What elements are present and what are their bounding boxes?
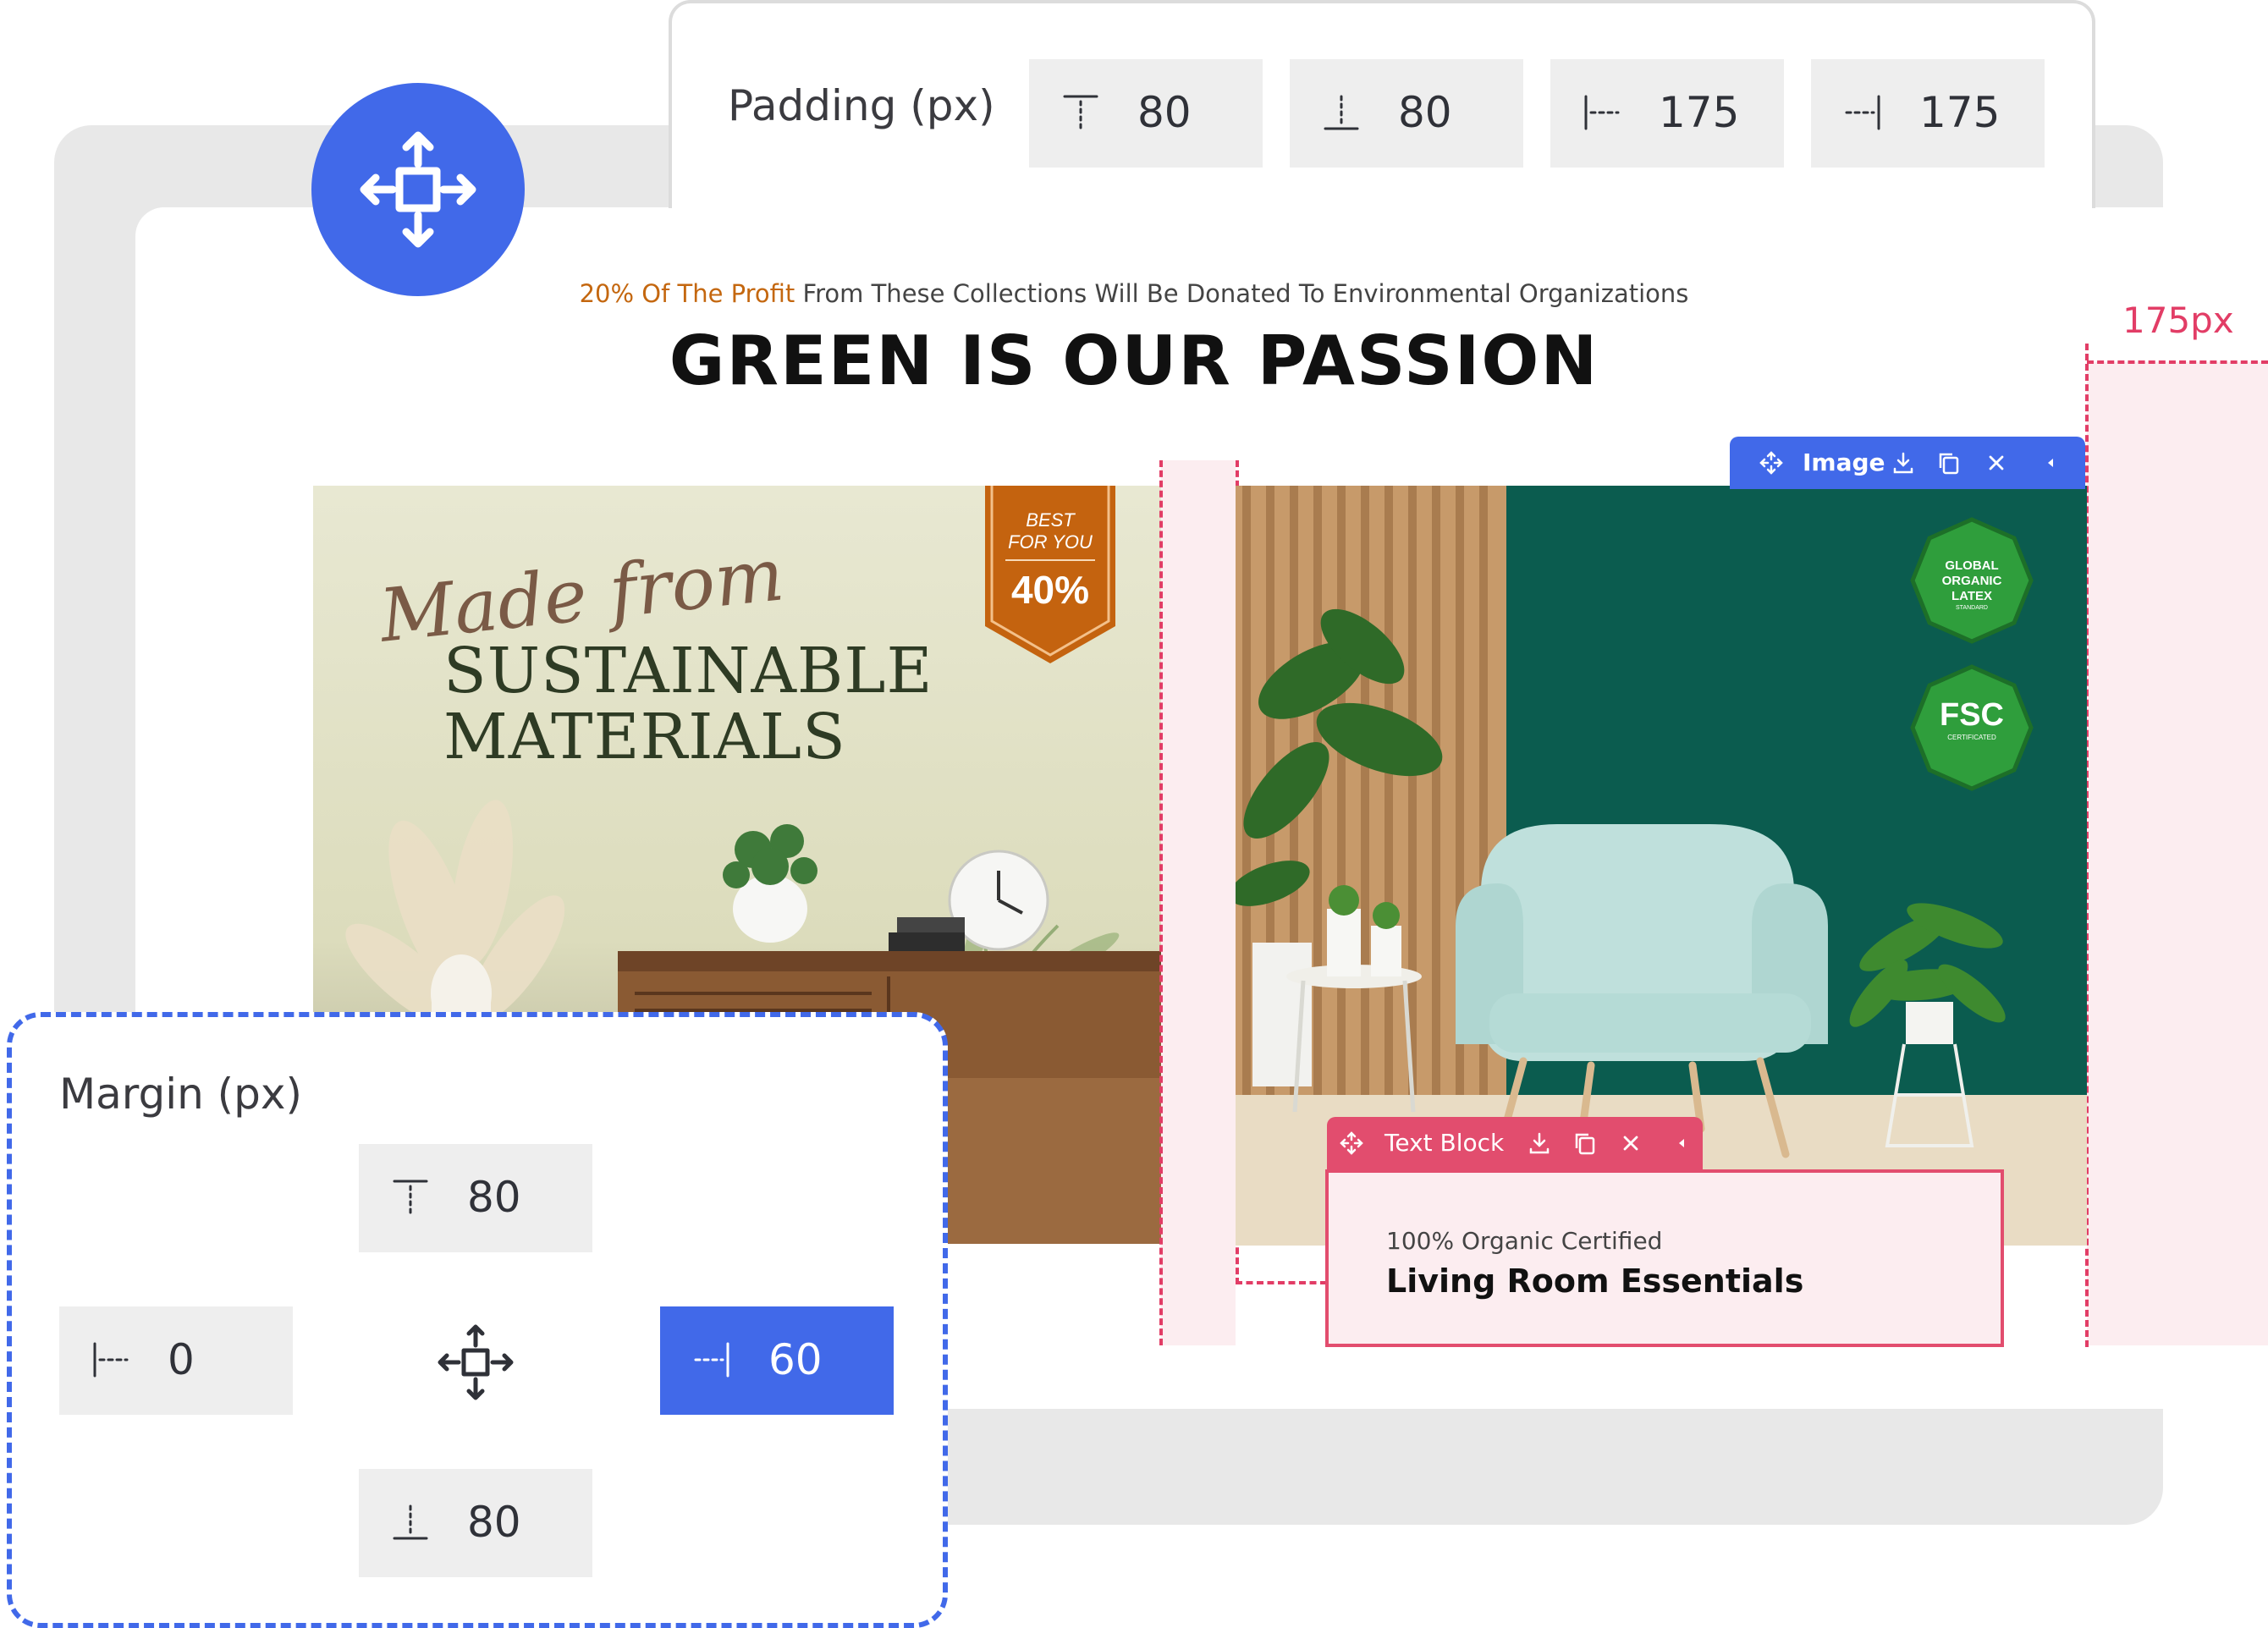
duplicate-icon[interactable]	[1936, 450, 1962, 476]
padding-panel: Padding (px) 80 80 175 175	[669, 0, 2095, 208]
padding-label: Padding (px)	[728, 81, 995, 130]
cert2-title: FSC	[1940, 697, 2004, 733]
padding-top-value: 80	[1137, 88, 1192, 137]
cert-badge-latex: GLOBAL ORGANIC LATEX STANDARD	[1913, 558, 2031, 613]
text-block-subtitle: 100% Organic Certified	[1386, 1227, 1663, 1255]
padding-right-icon	[1845, 95, 1880, 130]
image-toolbar: Image	[1730, 437, 2085, 489]
move-center-icon	[438, 1324, 514, 1400]
download-icon[interactable]	[1527, 1130, 1552, 1156]
padding-right-value: 175	[1919, 88, 2001, 137]
badge-line2: FOR YOU	[1008, 531, 1093, 553]
right-padding-zone	[2087, 362, 2268, 1345]
badge-value: 40%	[1010, 568, 1090, 612]
padding-bottom-value: 80	[1398, 88, 1452, 137]
padding-left-value: 175	[1659, 88, 1740, 137]
guide-line	[2087, 360, 2268, 364]
move-tool-badge[interactable]	[311, 83, 525, 296]
cert1-line1: GLOBAL	[1945, 558, 1999, 573]
promo-rest: From These Collections Will Be Donated T…	[795, 279, 1689, 308]
text-block-title: Living Room Essentials	[1386, 1262, 1804, 1300]
banner-title-line2: MATERIALS	[443, 701, 846, 773]
padding-bottom-field[interactable]: 80	[1290, 59, 1523, 168]
page-headline: GREEN IS OUR PASSION	[669, 322, 1599, 400]
margin-bottom-field[interactable]: 80	[359, 1469, 592, 1577]
margin-bottom-icon	[393, 1504, 428, 1540]
padding-right-field[interactable]: 175	[1811, 59, 2045, 168]
move-icon[interactable]	[1339, 1130, 1364, 1156]
padding-top-icon	[1063, 95, 1098, 130]
guide-line	[1159, 460, 1163, 1345]
margin-left-icon	[93, 1342, 129, 1378]
margin-right-field[interactable]: 60	[660, 1306, 894, 1415]
download-icon[interactable]	[1891, 450, 1916, 476]
margin-panel: Margin (px) 80 0 60 80	[7, 1012, 948, 1628]
padding-measure-label: 175px	[2122, 300, 2234, 341]
text-block-toolbar: Text Block	[1327, 1117, 1703, 1169]
margin-right-icon	[694, 1342, 729, 1378]
margin-right-value: 60	[768, 1335, 823, 1384]
move-arrows-icon	[360, 131, 476, 248]
move-icon[interactable]	[1759, 450, 1784, 476]
close-icon[interactable]	[1618, 1130, 1643, 1156]
collapse-arrow-icon[interactable]	[1669, 1130, 1694, 1156]
margin-top-value: 80	[467, 1173, 521, 1222]
margin-top-field[interactable]: 80	[359, 1144, 592, 1252]
image-toolbar-label: Image	[1803, 448, 1885, 476]
text-block-toolbar-label: Text Block	[1384, 1129, 1505, 1157]
margin-left-value: 0	[168, 1335, 195, 1384]
padding-left-field[interactable]: 175	[1550, 59, 1784, 168]
cert-badge-fsc: FSC CERTIFICATED	[1913, 697, 2031, 741]
cert1-line3: LATEX	[1951, 589, 1993, 603]
padding-top-field[interactable]: 80	[1029, 59, 1263, 168]
padding-left-icon	[1584, 95, 1620, 130]
banner-title-line1: SUSTAINABLE	[443, 635, 933, 707]
discount-badge: BEST FOR YOU 40%	[985, 486, 1115, 663]
badge-line1: BEST	[1026, 509, 1075, 531]
promo-highlight: 20% Of The Profit	[579, 279, 795, 308]
close-icon[interactable]	[1984, 450, 2009, 476]
collapse-arrow-icon[interactable]	[2038, 450, 2063, 476]
padding-bottom-icon	[1324, 95, 1359, 130]
margin-left-field[interactable]: 0	[59, 1306, 293, 1415]
margin-label: Margin (px)	[59, 1070, 303, 1119]
margin-top-icon	[393, 1180, 428, 1215]
duplicate-icon[interactable]	[1572, 1130, 1598, 1156]
cert2-sub: CERTIFICATED	[1947, 734, 1996, 741]
cert1-line2: ORGANIC	[1941, 574, 2002, 588]
guide-line	[1236, 1281, 1327, 1284]
cert1-line4: STANDARD	[1956, 605, 1988, 611]
left-padding-zone	[1161, 460, 1236, 1345]
margin-bottom-value: 80	[467, 1498, 521, 1547]
text-block[interactable]: 100% Organic Certified Living Room Essen…	[1325, 1169, 2004, 1347]
